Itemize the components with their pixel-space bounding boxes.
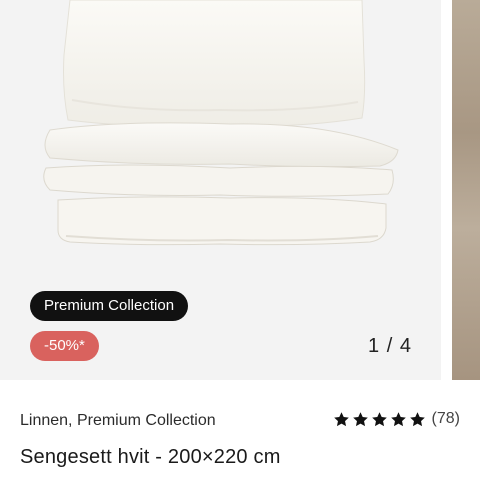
product-image (43, 0, 399, 246)
rating-stars (333, 411, 426, 428)
star-icon (333, 411, 349, 426)
star-icon (371, 411, 387, 426)
product-image-carousel[interactable]: Premium Collection -50%* 1 / 4 (0, 0, 480, 380)
product-brand[interactable]: Linnen, Premium Collection (20, 412, 216, 430)
product-rating[interactable]: (78) (333, 410, 460, 428)
product-title[interactable]: Sengesett hvit - 200×220 cm (20, 446, 281, 469)
carousel-slide-next-peek[interactable] (452, 0, 480, 380)
star-icon (390, 411, 406, 426)
carousel-gap (441, 0, 452, 380)
image-counter: 1 / 4 (368, 335, 412, 357)
discount-badge: -50%* (30, 331, 99, 361)
premium-collection-badge: Premium Collection (30, 291, 189, 321)
star-icon (352, 411, 368, 426)
product-info[interactable]: Linnen, Premium Collection (78) Sengeset… (0, 380, 480, 480)
review-count: (78) (431, 410, 460, 427)
star-icon (409, 411, 425, 426)
carousel-slide-current[interactable]: Premium Collection -50%* 1 / 4 (0, 0, 441, 380)
